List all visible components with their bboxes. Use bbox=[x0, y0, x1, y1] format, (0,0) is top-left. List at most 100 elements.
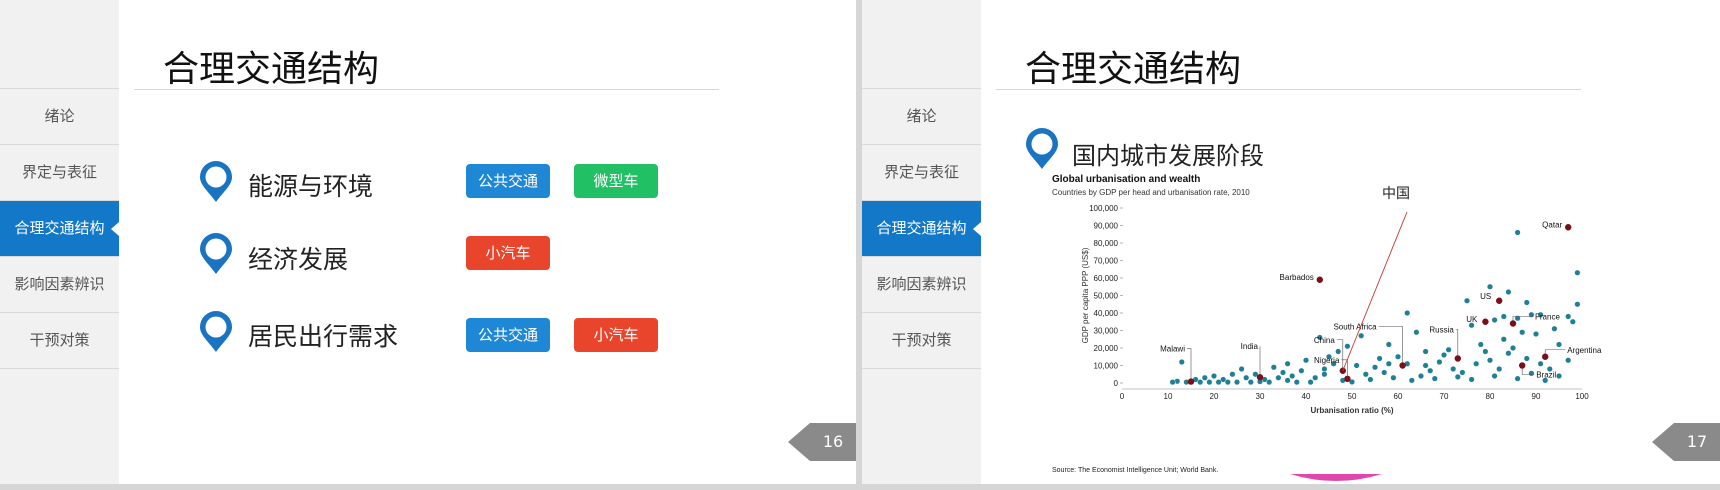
data-point bbox=[1298, 367, 1305, 374]
data-point bbox=[1482, 348, 1489, 355]
x-tick-label: 90 bbox=[1532, 392, 1541, 401]
data-point bbox=[1247, 379, 1254, 386]
data-point bbox=[1468, 376, 1475, 383]
data-point bbox=[1505, 350, 1512, 357]
nav-item-intro[interactable]: 绪论 bbox=[0, 88, 119, 144]
highlight-label: China bbox=[1314, 336, 1335, 345]
x-tick-label: 80 bbox=[1486, 392, 1495, 401]
data-point bbox=[1441, 351, 1448, 358]
data-point bbox=[1450, 365, 1457, 372]
nav-item-factors[interactable]: 影响因素辨识 bbox=[862, 256, 981, 312]
data-point bbox=[1413, 329, 1420, 336]
highlight-label: Nigeria bbox=[1314, 356, 1340, 365]
data-point bbox=[1362, 371, 1369, 378]
data-point bbox=[1473, 360, 1480, 367]
data-point bbox=[1574, 269, 1581, 276]
chart-subtitle: Countries by GDP per head and urbanisati… bbox=[1052, 188, 1250, 197]
data-point bbox=[1500, 336, 1507, 343]
x-tick-label: 20 bbox=[1210, 392, 1219, 401]
nav-item-measures[interactable]: 干预对策 bbox=[0, 312, 119, 369]
data-point bbox=[1464, 297, 1471, 304]
highlight-label: France bbox=[1535, 313, 1560, 322]
data-point bbox=[1514, 229, 1521, 236]
highlight-point bbox=[1509, 320, 1517, 327]
data-point bbox=[1385, 360, 1392, 367]
data-point bbox=[1523, 299, 1530, 306]
highlight-label: Qatar bbox=[1542, 220, 1562, 229]
data-point bbox=[1335, 348, 1342, 355]
data-point bbox=[1293, 379, 1300, 386]
data-point bbox=[1210, 372, 1217, 379]
data-point bbox=[1390, 374, 1397, 381]
data-point bbox=[1514, 375, 1521, 382]
y-tick-label: 10,000 bbox=[1094, 362, 1119, 371]
data-point bbox=[1422, 362, 1429, 369]
data-point bbox=[1233, 379, 1240, 386]
page-number: 17 bbox=[1686, 432, 1708, 451]
sidebar: 绪论 界定与表征 合理交通结构 影响因素辨识 干预对策 bbox=[862, 0, 981, 484]
sidebar-nav: 绪论 界定与表征 合理交通结构 影响因素辨识 干预对策 bbox=[0, 88, 119, 369]
slide-title: 合理交通结构 bbox=[1025, 49, 1242, 90]
data-point bbox=[1537, 360, 1544, 367]
x-axis-label: Urbanisation ratio (%) bbox=[1310, 406, 1393, 415]
tag-public-transit: 公共交通 bbox=[466, 164, 550, 198]
callout-line bbox=[1187, 348, 1192, 382]
data-point bbox=[1302, 357, 1309, 364]
data-point bbox=[1496, 365, 1503, 372]
highlight-point bbox=[1565, 224, 1572, 231]
data-point bbox=[1500, 313, 1507, 320]
highlight-point bbox=[1344, 375, 1351, 382]
x-tick-label: 0 bbox=[1120, 392, 1125, 401]
y-tick-label: 20,000 bbox=[1094, 344, 1119, 353]
title-divider bbox=[134, 89, 719, 90]
data-point bbox=[1381, 369, 1388, 376]
data-point bbox=[1372, 364, 1379, 371]
highlight-point bbox=[1399, 362, 1406, 369]
data-point bbox=[1266, 379, 1273, 386]
urbanisation-wealth-chart: Global urbanisation and wealth Countries… bbox=[1052, 174, 1602, 474]
data-point bbox=[1201, 374, 1208, 381]
data-point bbox=[1505, 288, 1512, 295]
y-axis-label: GDP per capita PPP (US$) bbox=[1081, 247, 1090, 343]
data-point bbox=[1215, 379, 1222, 386]
nav-item-structure[interactable]: 合理交通结构 bbox=[862, 200, 981, 256]
nav-item-factors[interactable]: 影响因素辨识 bbox=[0, 256, 119, 312]
highlight-point bbox=[1256, 374, 1264, 381]
x-tick-label: 60 bbox=[1394, 392, 1403, 401]
data-point bbox=[1321, 365, 1328, 372]
data-point bbox=[1307, 379, 1314, 386]
nav-item-definition[interactable]: 界定与表征 bbox=[862, 144, 981, 200]
highlight-label: Barbados bbox=[1280, 273, 1314, 282]
y-tick-label: 100,000 bbox=[1089, 204, 1118, 213]
data-point bbox=[1445, 346, 1452, 353]
y-tick-label: 30,000 bbox=[1094, 327, 1119, 336]
data-point bbox=[1523, 355, 1530, 362]
data-point bbox=[1491, 316, 1498, 323]
page-number-badge: 16 bbox=[788, 423, 856, 461]
tag-car: 小汽车 bbox=[574, 318, 658, 352]
nav-item-structure[interactable]: 合理交通结构 bbox=[0, 200, 119, 256]
data-point bbox=[1312, 374, 1319, 381]
chart-title: Global urbanisation and wealth bbox=[1052, 174, 1200, 185]
highlight-point bbox=[1542, 353, 1549, 360]
data-point bbox=[1574, 301, 1581, 308]
data-point bbox=[1427, 367, 1434, 374]
highlight-point bbox=[1482, 318, 1489, 325]
data-point bbox=[1528, 370, 1535, 377]
data-point bbox=[1565, 313, 1572, 320]
nav-item-measures[interactable]: 干预对策 bbox=[862, 312, 981, 369]
y-tick-label: 90,000 bbox=[1094, 222, 1119, 231]
location-pin-icon bbox=[200, 233, 232, 274]
nav-item-definition[interactable]: 界定与表征 bbox=[0, 144, 119, 200]
highlight-point bbox=[1316, 276, 1323, 283]
chart-source: Source: The Economist Intelligence Unit;… bbox=[1052, 467, 1218, 474]
data-point bbox=[1404, 309, 1411, 316]
data-point bbox=[1487, 283, 1494, 290]
y-tick-label: 0 bbox=[1114, 379, 1119, 388]
data-point bbox=[1459, 369, 1466, 376]
y-tick-label: 40,000 bbox=[1094, 309, 1119, 318]
nav-item-intro[interactable]: 绪论 bbox=[862, 88, 981, 144]
x-tick-label: 40 bbox=[1302, 392, 1311, 401]
y-tick-label: 50,000 bbox=[1094, 292, 1119, 301]
data-point bbox=[1197, 379, 1204, 386]
